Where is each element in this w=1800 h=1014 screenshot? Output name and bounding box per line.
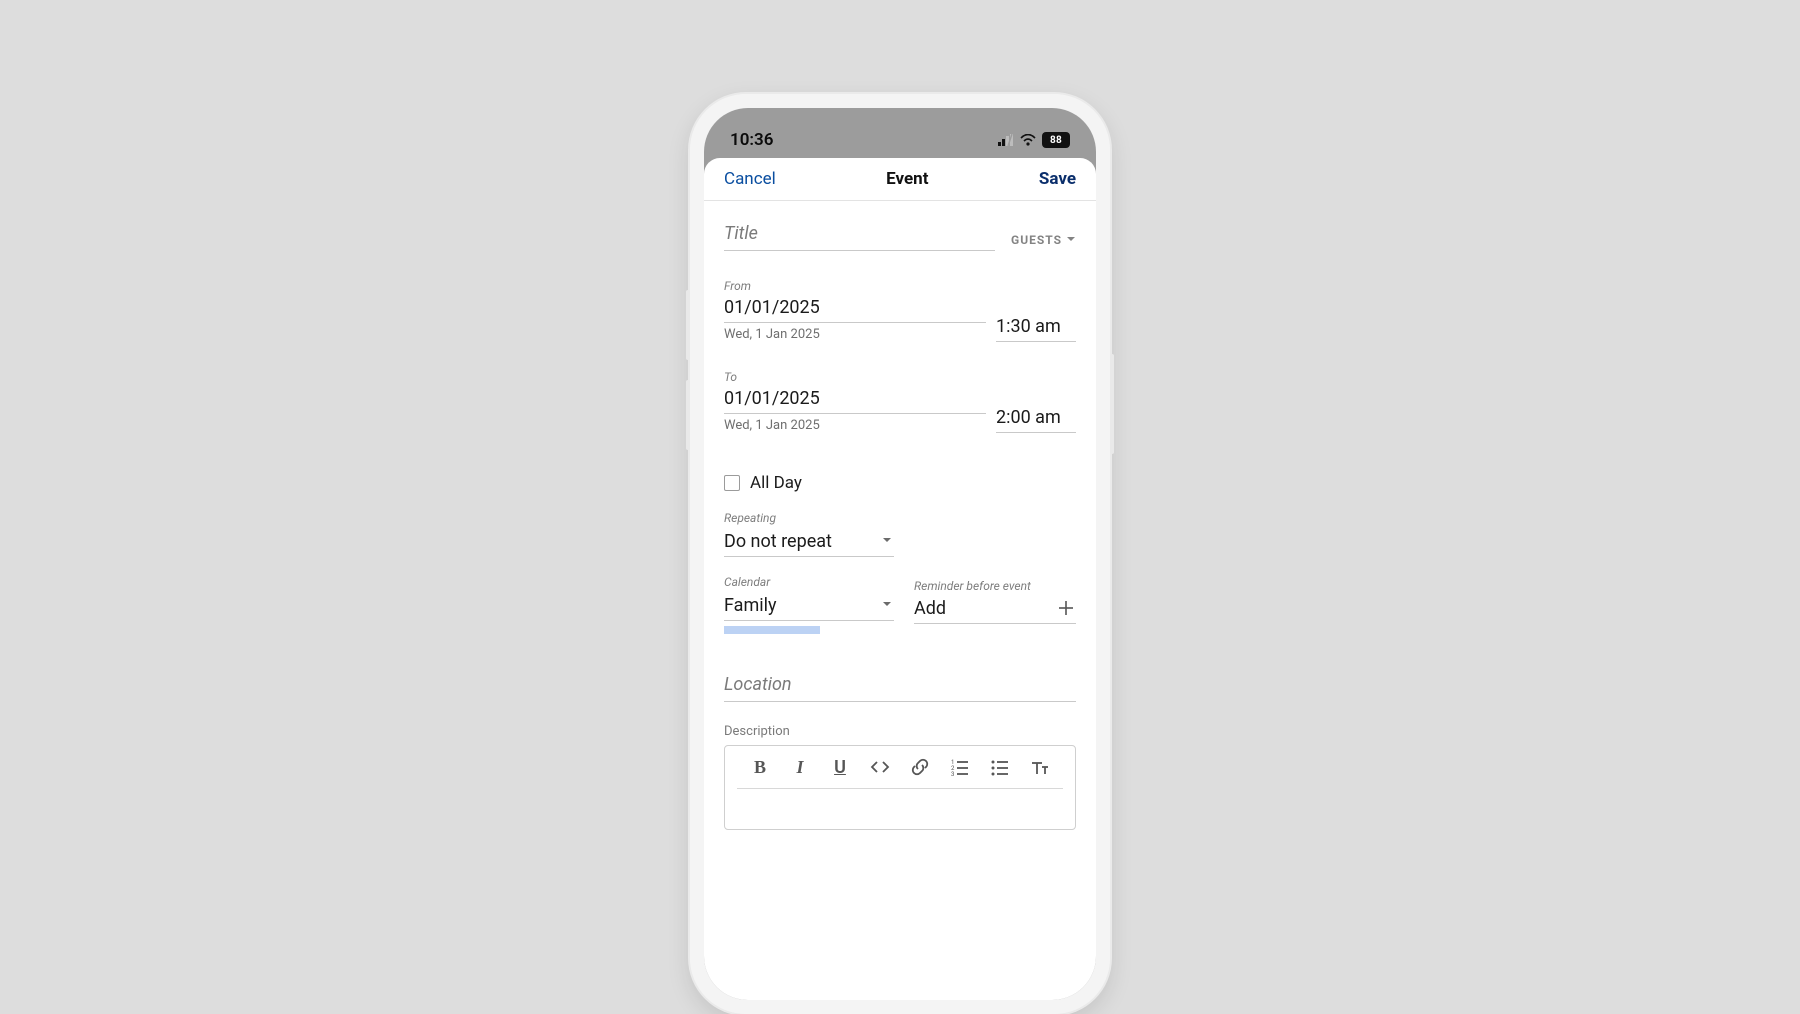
description-editor[interactable]: B I U 123 xyxy=(724,745,1076,830)
phone-screen: 10:36 88 Cancel Event Save T xyxy=(704,108,1096,1000)
title-input[interactable]: Title xyxy=(724,223,995,251)
calendar-reminder-row: Calendar Family Reminder before event Ad… xyxy=(724,575,1076,634)
status-right: 88 xyxy=(998,132,1070,148)
calendar-value: Family xyxy=(724,595,777,616)
from-time-input[interactable]: 1:30 am xyxy=(996,312,1076,342)
svg-text:3: 3 xyxy=(951,771,954,777)
calendar-dropdown[interactable]: Calendar Family xyxy=(724,575,894,634)
cancel-button[interactable]: Cancel xyxy=(724,169,776,189)
title-row: Title GUESTS xyxy=(724,223,1076,251)
phone-frame: 10:36 88 Cancel Event Save T xyxy=(690,94,1110,1014)
guests-button[interactable]: GUESTS xyxy=(1011,233,1076,251)
bold-button[interactable]: B xyxy=(749,756,771,778)
guests-label: GUESTS xyxy=(1011,233,1062,247)
ordered-list-button[interactable]: 123 xyxy=(949,756,971,778)
repeating-value: Do not repeat xyxy=(724,531,832,552)
to-day: Wed, 1 Jan 2025 xyxy=(724,418,986,433)
reminder-field[interactable]: Reminder before event Add xyxy=(914,575,1076,624)
link-button[interactable] xyxy=(909,756,931,778)
save-button[interactable]: Save xyxy=(1039,169,1076,189)
italic-button[interactable]: I xyxy=(789,756,811,778)
description-label: Description xyxy=(724,724,1076,739)
form-content: Title GUESTS From 01/01/2025 Wed, 1 xyxy=(704,201,1096,1000)
unordered-list-button[interactable] xyxy=(989,756,1011,778)
sheet-title: Event xyxy=(886,169,928,189)
repeating-dropdown[interactable]: Repeating Do not repeat xyxy=(724,511,894,557)
allday-label: All Day xyxy=(750,473,802,493)
cellular-icon xyxy=(998,134,1014,146)
from-label: From xyxy=(724,279,1076,293)
caret-down-icon xyxy=(880,531,894,552)
from-date-input[interactable]: 01/01/2025 xyxy=(724,293,986,323)
to-time-input[interactable]: 2:00 am xyxy=(996,403,1076,433)
calendar-label: Calendar xyxy=(724,575,894,589)
status-bar: 10:36 88 xyxy=(704,108,1096,158)
calendar-color-chip xyxy=(724,626,820,634)
sheet-header: Cancel Event Save xyxy=(704,158,1096,201)
allday-checkbox[interactable] xyxy=(724,475,740,491)
to-date-input[interactable]: 01/01/2025 xyxy=(724,384,986,414)
from-day: Wed, 1 Jan 2025 xyxy=(724,327,986,342)
text-size-button[interactable] xyxy=(1029,756,1051,778)
reminder-label: Reminder before event xyxy=(914,579,1031,593)
status-time: 10:36 xyxy=(730,130,773,150)
to-label: To xyxy=(724,370,1076,384)
caret-down-icon xyxy=(880,595,894,616)
from-section: From 01/01/2025 Wed, 1 Jan 2025 1:30 am xyxy=(724,279,1076,342)
wifi-icon xyxy=(1020,134,1036,146)
battery-badge: 88 xyxy=(1042,132,1070,148)
chevron-down-icon xyxy=(1066,233,1076,247)
underline-button[interactable]: U xyxy=(829,756,851,778)
location-input[interactable]: Location xyxy=(724,674,1076,702)
rte-toolbar: B I U 123 xyxy=(737,756,1063,789)
plus-icon[interactable] xyxy=(1056,598,1076,618)
code-button[interactable] xyxy=(869,756,891,778)
reminder-value: Add xyxy=(914,598,946,619)
event-sheet: Cancel Event Save Title GUESTS xyxy=(704,158,1096,1000)
repeating-label: Repeating xyxy=(724,511,894,525)
to-section: To 01/01/2025 Wed, 1 Jan 2025 2:00 am xyxy=(724,370,1076,433)
allday-row[interactable]: All Day xyxy=(724,473,1076,493)
